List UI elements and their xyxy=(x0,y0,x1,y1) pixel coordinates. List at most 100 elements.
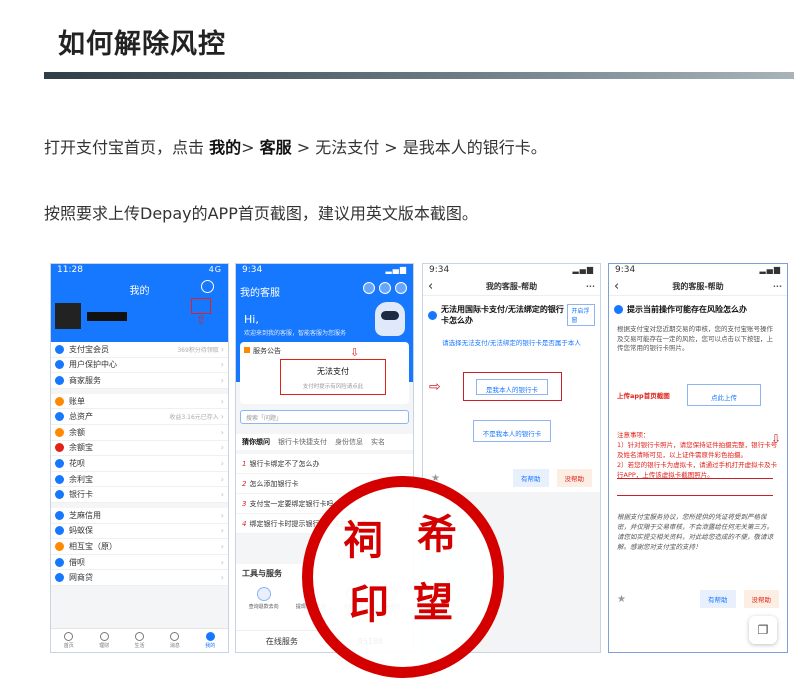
status-bar: 9:34 ▂▄▆ xyxy=(609,264,787,278)
item-icon xyxy=(55,412,64,422)
not-my-card-button[interactable]: 不是我本人的银行卡 xyxy=(473,420,551,442)
status-bar: 9:34 ▂▄▆ xyxy=(236,264,413,278)
copy-icon[interactable]: ❐ xyxy=(749,616,777,644)
mine-title: 我的 xyxy=(129,286,150,297)
item-label: 花呗 xyxy=(69,458,85,468)
tab-label: 我的 xyxy=(205,643,216,649)
list-item[interactable]: 账单 › xyxy=(51,394,228,410)
tab-item[interactable]: 理财 xyxy=(99,632,109,649)
list-item[interactable]: 商家服务 › xyxy=(51,373,228,389)
more-icon[interactable] xyxy=(379,282,391,294)
list-item[interactable]: 蚂蚁保 › xyxy=(51,524,228,540)
step1-bold-service: 客服 xyxy=(259,138,292,157)
list-item[interactable]: 支付宝会员 369积分待领取 › xyxy=(51,342,228,358)
chevron-right-icon: › xyxy=(220,458,224,468)
item-icon xyxy=(55,557,64,567)
item-label: 相互宝（原） xyxy=(69,541,117,551)
item-note: 369积分待领取 xyxy=(177,346,219,354)
check-icon xyxy=(428,310,437,320)
list-item[interactable]: 网商贷 › xyxy=(51,570,228,586)
instruction-text: 请选择无法支付/无法绑定的银行卡是否属于本人 xyxy=(442,339,581,347)
list-item[interactable]: 用户保护中心 › xyxy=(51,358,228,374)
faq-question: 支付宝一定要绑定银行卡吗 xyxy=(249,500,334,508)
step1-bold-mine: 我的 xyxy=(209,138,242,157)
list-item[interactable]: 银行卡 › xyxy=(51,487,228,503)
helpful-button[interactable]: 有帮助 xyxy=(513,469,549,487)
notes-title: 注意事项： xyxy=(617,431,650,439)
customer-service-icon[interactable] xyxy=(201,280,214,293)
item-icon xyxy=(55,573,64,583)
list-item[interactable]: 余利宝 › xyxy=(51,472,228,488)
mine-list-b: 账单 › 总资产 收益3.16元已存入 › 余额 › 余额宝 › 花呗 › 余利宝 › 银行卡 › xyxy=(51,393,228,503)
chevron-right-icon: › xyxy=(220,443,224,453)
faq-tab[interactable]: 实名 xyxy=(371,437,385,447)
item-label: 余额宝 xyxy=(69,443,93,453)
seal-char: 望 xyxy=(413,579,453,626)
item-icon xyxy=(55,490,64,500)
list-item[interactable]: 余额宝 › xyxy=(51,441,228,457)
annotation-arrow-icon: ⇩ xyxy=(350,346,360,359)
item-label: 银行卡 xyxy=(69,490,93,500)
notice-card: 服务公告 ⇩ 无法支付 支付时提示有风险请点此 xyxy=(240,342,409,404)
annotation-box xyxy=(191,298,211,314)
list-item[interactable]: 相互宝（原） › xyxy=(51,539,228,555)
tool-item[interactable]: 查询退款去向 xyxy=(249,587,279,610)
annotation-underline xyxy=(617,478,773,479)
cannot-pay-entry[interactable]: 无法支付 支付时提示有风险请点此 xyxy=(280,359,386,395)
unhelpful-button[interactable]: 没帮助 xyxy=(743,590,779,608)
list-item[interactable]: 余额 › xyxy=(51,425,228,441)
chevron-right-icon: › xyxy=(220,344,224,354)
question-text: 提示当前操作可能存在风险怎么办 xyxy=(627,305,747,314)
status-bar: 9:34 ▂▄▆ xyxy=(423,264,600,278)
item-label: 商家服务 xyxy=(69,375,101,385)
online-service-link[interactable]: 在线服务 xyxy=(266,636,298,647)
faq-tab[interactable]: 银行卡快捷支付 xyxy=(278,437,327,447)
check-icon xyxy=(614,305,623,314)
help-header: 我的客服-帮助 xyxy=(609,278,787,296)
tool-icon xyxy=(256,587,271,601)
feedback-bar: ★ 有帮助 没帮助 xyxy=(423,469,600,487)
heading-underline xyxy=(44,72,794,79)
upload-label: 上传app首页截图 xyxy=(617,392,670,400)
question-text: 无法用国际卡支付/无法绑定的银行卡怎么办 xyxy=(441,305,564,325)
chevron-right-icon: › xyxy=(220,526,224,536)
list-item[interactable]: 总资产 收益3.16元已存入 › xyxy=(51,409,228,425)
item-icon xyxy=(55,526,64,536)
tab-item[interactable]: 消息 xyxy=(170,632,180,649)
header-actions xyxy=(363,282,407,294)
my-own-card-button[interactable]: 是我本人的银行卡 xyxy=(476,379,548,395)
list-item[interactable]: 芝麻信用 › xyxy=(51,508,228,524)
status-signal-icon: ▂▄▆ xyxy=(759,265,781,274)
item-icon xyxy=(55,443,64,453)
section-heading: 如何解除风控 xyxy=(58,29,226,60)
upload-button[interactable]: 点此上传 xyxy=(687,384,761,406)
unhelpful-button[interactable]: 没帮助 xyxy=(556,469,592,487)
close-icon[interactable] xyxy=(395,282,407,294)
search-input[interactable]: 搜索「问题」 xyxy=(240,410,409,424)
tab-item[interactable]: 生活 xyxy=(134,632,144,649)
mine-title-bar: 我的 ⇧ xyxy=(51,280,228,326)
item-label: 支付宝会员 xyxy=(69,344,109,354)
list-item[interactable]: 花呗 › xyxy=(51,456,228,472)
faq-tab[interactable]: 猜你想问 xyxy=(242,437,270,447)
risk-body-text: 根据支付宝对您近期交易的审核，您的支付宝账号操作及交易可能存在一定的风险，您可以… xyxy=(617,325,773,352)
item-note: 收益3.16元已存入 xyxy=(169,414,219,422)
star-icon[interactable] xyxy=(363,282,375,294)
star-icon[interactable]: ★ xyxy=(617,594,626,605)
tab-item[interactable]: 首页 xyxy=(64,632,74,649)
seal-stamp: 祠 希 印 望 xyxy=(302,476,504,678)
tab-item[interactable]: 我的 xyxy=(205,632,215,649)
helpful-button[interactable]: 有帮助 xyxy=(700,590,736,608)
annotation-arrow-icon: ⇩ xyxy=(770,432,781,446)
item-icon xyxy=(55,474,64,484)
float-window-button[interactable]: 开启浮窗 xyxy=(567,304,595,326)
tab-icon xyxy=(99,632,109,641)
faq-tab[interactable]: 身份信息 xyxy=(335,437,363,447)
faq-item[interactable]: 1 银行卡绑定不了怎么办 xyxy=(236,454,413,474)
question-line: 提示当前操作可能存在风险怎么办 xyxy=(609,296,787,323)
faq-number: 1 xyxy=(242,460,247,468)
status-signal: 4G xyxy=(208,265,222,274)
upload-row: 上传app首页截图 点此上传 xyxy=(617,384,761,406)
list-item[interactable]: 借呗 › xyxy=(51,555,228,571)
tab-label: 理财 xyxy=(99,643,110,649)
